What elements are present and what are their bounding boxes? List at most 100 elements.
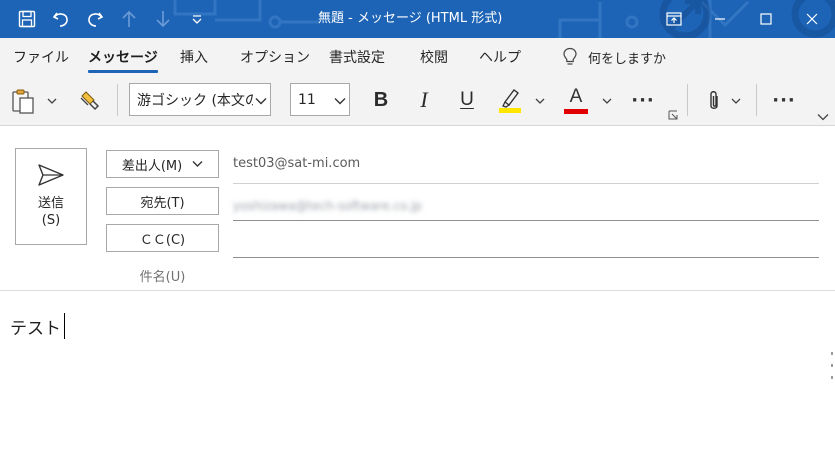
text-cursor <box>64 313 65 339</box>
window-controls <box>651 0 835 38</box>
customize-qat-button[interactable] <box>180 4 214 34</box>
font-size-dropdown[interactable] <box>332 84 346 115</box>
minimize-button[interactable] <box>697 0 743 38</box>
font-name-dropdown[interactable] <box>253 84 267 115</box>
more-commands-button[interactable]: ··· <box>767 86 801 114</box>
italic-button[interactable]: I <box>409 85 439 115</box>
redo-icon <box>88 12 104 27</box>
minimize-icon <box>715 18 725 20</box>
arrow-down-icon <box>156 11 170 28</box>
subject-label: 件名(U) <box>139 270 186 285</box>
from-address: test03@sat-mi.com <box>233 156 361 171</box>
cc-field-underline <box>233 257 819 258</box>
message-body-text: テスト <box>10 318 61 339</box>
tab-insert[interactable]: 挿入 <box>180 38 208 76</box>
from-button-label: 差出人(M) <box>121 158 183 174</box>
font-color-swatch <box>564 108 588 114</box>
tell-me-text: 何をしますか <box>588 51 667 67</box>
tab-message[interactable]: メッセージ <box>88 38 158 76</box>
undo-icon <box>52 12 68 27</box>
cc-input[interactable] <box>233 226 819 256</box>
window-title: 無題 - メッセージ (HTML 形式) <box>318 11 503 26</box>
highlight-dropdown[interactable] <box>532 90 548 112</box>
redo-button[interactable] <box>78 4 112 34</box>
bold-button[interactable]: B <box>366 85 396 115</box>
undo-button[interactable] <box>44 4 78 34</box>
to-button[interactable]: 宛先(T) <box>106 187 219 215</box>
tab-file[interactable]: ファイル <box>13 38 69 76</box>
highlight-button[interactable] <box>494 84 526 116</box>
chevron-down-icon <box>47 98 57 104</box>
clipboard-icon <box>12 89 34 114</box>
font-name-select[interactable]: 游ゴシック (本文の <box>129 83 271 116</box>
to-recipient[interactable]: yoshizawa@tech-software.co.jp <box>233 199 422 213</box>
ribbon-tabs: ファイル メッセージ 挿入 オプション 書式設定 校閲 ヘルプ 何をしますか <box>0 38 835 76</box>
chevron-down-icon <box>817 114 829 121</box>
format-painter-icon <box>80 91 100 111</box>
send-button[interactable]: 送信 (S) <box>15 148 87 245</box>
chevron-down-icon <box>334 97 346 104</box>
font-color-dropdown[interactable] <box>599 90 615 112</box>
lightbulb-icon <box>563 47 577 65</box>
from-underline <box>233 183 819 184</box>
toolbar-divider <box>117 84 118 116</box>
ribbon-display-icon <box>666 12 682 26</box>
send-label-text: 送信 <box>37 196 64 211</box>
chevron-down-icon <box>192 161 203 167</box>
expand-ribbon-button[interactable] <box>815 110 831 124</box>
tab-help[interactable]: ヘルプ <box>479 38 521 76</box>
cc-button[interactable]: ＣＣ(C) <box>106 224 219 252</box>
dialog-launcher-icon <box>668 110 678 120</box>
ribbon-toolbar: 游ゴシック (本文の 11 B I U A ··· ··· <box>0 76 835 126</box>
font-dialog-launcher[interactable] <box>667 109 679 121</box>
close-button[interactable] <box>789 0 835 38</box>
message-body[interactable]: テスト <box>10 313 65 339</box>
tell-me-box[interactable]: 何をしますか <box>562 38 666 76</box>
tab-review[interactable]: 校閲 <box>420 38 448 76</box>
move-down-button[interactable] <box>146 4 180 34</box>
title-bar: 無題 - メッセージ (HTML 形式) <box>0 0 835 38</box>
arrow-up-icon <box>122 10 136 27</box>
chevron-down-icon <box>255 97 267 104</box>
save-button[interactable] <box>10 4 44 34</box>
from-button[interactable]: 差出人(M) <box>106 150 219 178</box>
more-formatting-button[interactable]: ··· <box>626 86 660 114</box>
highlighter-icon <box>499 89 521 113</box>
paste-dropdown[interactable] <box>44 90 60 112</box>
tab-format-text[interactable]: 書式設定 <box>329 38 385 76</box>
paperclip-icon <box>710 91 718 109</box>
save-icon <box>18 10 36 28</box>
underline-icon: U <box>460 89 474 110</box>
message-body-editor[interactable]: テスト <box>0 291 835 467</box>
close-icon <box>806 13 818 25</box>
chevron-down-icon <box>602 98 612 104</box>
send-label: 送信 (S) <box>38 195 64 229</box>
send-label-shortcut: (S) <box>41 213 61 228</box>
subject-input[interactable] <box>233 262 819 288</box>
font-size-select[interactable]: 11 <box>290 83 350 116</box>
underline-button[interactable]: U <box>452 85 482 115</box>
toolbar-divider <box>756 84 757 116</box>
font-color-icon: A <box>569 85 583 107</box>
attach-file-button[interactable] <box>700 86 728 116</box>
italic-icon: I <box>420 87 428 112</box>
maximize-icon <box>760 13 772 25</box>
attach-dropdown[interactable] <box>728 90 744 112</box>
chevron-down-icon <box>535 98 545 104</box>
chevron-down-icon <box>731 98 741 104</box>
to-field-underline <box>233 220 819 221</box>
font-name-value: 游ゴシック (本文の <box>137 92 259 109</box>
scrollbar-edge <box>831 352 833 388</box>
paste-button[interactable] <box>8 86 38 116</box>
font-size-value: 11 <box>298 91 316 108</box>
format-painter-button[interactable] <box>74 86 104 116</box>
bold-icon: B <box>373 88 389 111</box>
move-up-button[interactable] <box>112 4 146 34</box>
tab-options[interactable]: オプション <box>240 38 310 76</box>
font-color-button[interactable]: A <box>560 84 592 116</box>
toolbar-divider <box>687 84 688 116</box>
maximize-button[interactable] <box>743 0 789 38</box>
ribbon-display-options-button[interactable] <box>651 0 697 38</box>
customize-qat-icon <box>192 15 202 24</box>
send-icon <box>38 164 64 186</box>
